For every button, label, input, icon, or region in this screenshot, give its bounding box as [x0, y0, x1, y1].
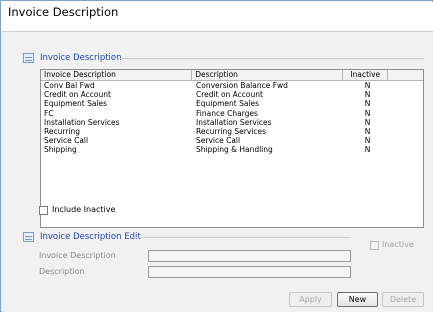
description-label: Description — [39, 267, 85, 276]
cell-description: Shipping & Handling — [196, 145, 273, 155]
cell-description: Equipment Sales — [196, 99, 260, 109]
grid-header: Invoice Description Description Inactive — [41, 70, 423, 81]
inactive-checkbox[interactable] — [370, 241, 379, 250]
cell-inactive: N — [364, 145, 371, 155]
cell-description: Installation Services — [196, 117, 272, 127]
new-button[interactable]: New — [337, 292, 378, 307]
invoice-description-field[interactable] — [148, 250, 351, 262]
table-row[interactable]: Conv Bal Fwd Conversion Balance Fwd N — [41, 81, 423, 90]
cell-inactive: N — [364, 108, 371, 118]
table-row[interactable]: Recurring Recurring Services N — [41, 127, 423, 136]
column-header-description[interactable]: Description — [192, 70, 344, 81]
cell-description: Recurring Services — [196, 126, 267, 136]
inactive-label: Inactive — [382, 240, 414, 249]
edit-section-header: Invoice Description Edit — [23, 231, 141, 243]
cell-invoice-description: FC — [44, 108, 54, 118]
cell-invoice-description: Credit on Account — [44, 90, 111, 100]
column-header-invoice-description[interactable]: Invoice Description — [41, 70, 193, 81]
cell-inactive: N — [364, 126, 371, 136]
cell-invoice-description: Shipping — [44, 145, 77, 155]
column-header-inactive[interactable]: Inactive — [343, 70, 389, 81]
cell-description: Conversion Balance Fwd — [196, 81, 288, 90]
delete-button[interactable]: Delete — [382, 292, 424, 307]
include-inactive-label[interactable]: Include Inactive — [52, 205, 115, 214]
grid-icon — [23, 53, 34, 63]
cell-description: Service Call — [196, 136, 241, 146]
cell-inactive: N — [364, 90, 371, 100]
cell-inactive: N — [364, 136, 371, 146]
cell-description: Finance Charges — [196, 108, 258, 118]
edit-section-label: Invoice Description Edit — [40, 232, 141, 242]
grid-icon — [23, 232, 34, 242]
grid-body: Conv Bal Fwd Conversion Balance Fwd N Cr… — [41, 81, 423, 155]
invoice-description-label: Invoice Description — [39, 251, 116, 260]
window-title: Invoice Description — [8, 5, 119, 19]
cell-invoice-description: Service Call — [44, 136, 89, 146]
section-divider — [113, 58, 424, 59]
content-area: Invoice Description Invoice Description … — [2, 32, 433, 312]
table-row[interactable]: Equipment Sales Equipment Sales N — [41, 99, 423, 108]
table-row[interactable]: Shipping Shipping & Handling N — [41, 145, 423, 154]
cell-invoice-description: Installation Services — [44, 117, 120, 127]
cell-inactive: N — [364, 81, 371, 90]
include-inactive-checkbox[interactable] — [39, 206, 48, 215]
table-row[interactable]: Installation Services Installation Servi… — [41, 118, 423, 127]
column-header-filler — [388, 70, 423, 81]
cell-description: Credit on Account — [196, 90, 263, 100]
list-section-header: Invoice Description — [23, 52, 122, 64]
table-row[interactable]: Credit on Account Credit on Account N — [41, 90, 423, 99]
title-bar: Invoice Description — [2, 2, 433, 32]
invoice-description-window: Invoice Description Invoice Description … — [0, 0, 433, 312]
cell-invoice-description: Conv Bal Fwd — [44, 81, 95, 90]
table-row[interactable]: FC Finance Charges N — [41, 109, 423, 118]
table-row[interactable]: Service Call Service Call N — [41, 136, 423, 145]
list-section-label: Invoice Description — [40, 53, 122, 63]
description-field[interactable] — [148, 266, 351, 278]
cell-invoice-description: Equipment Sales — [44, 99, 108, 109]
cell-invoice-description: Recurring — [44, 126, 80, 136]
section-divider — [131, 237, 351, 238]
cell-inactive: N — [364, 117, 371, 127]
apply-button[interactable]: Apply — [289, 292, 332, 307]
cell-inactive: N — [364, 99, 371, 109]
